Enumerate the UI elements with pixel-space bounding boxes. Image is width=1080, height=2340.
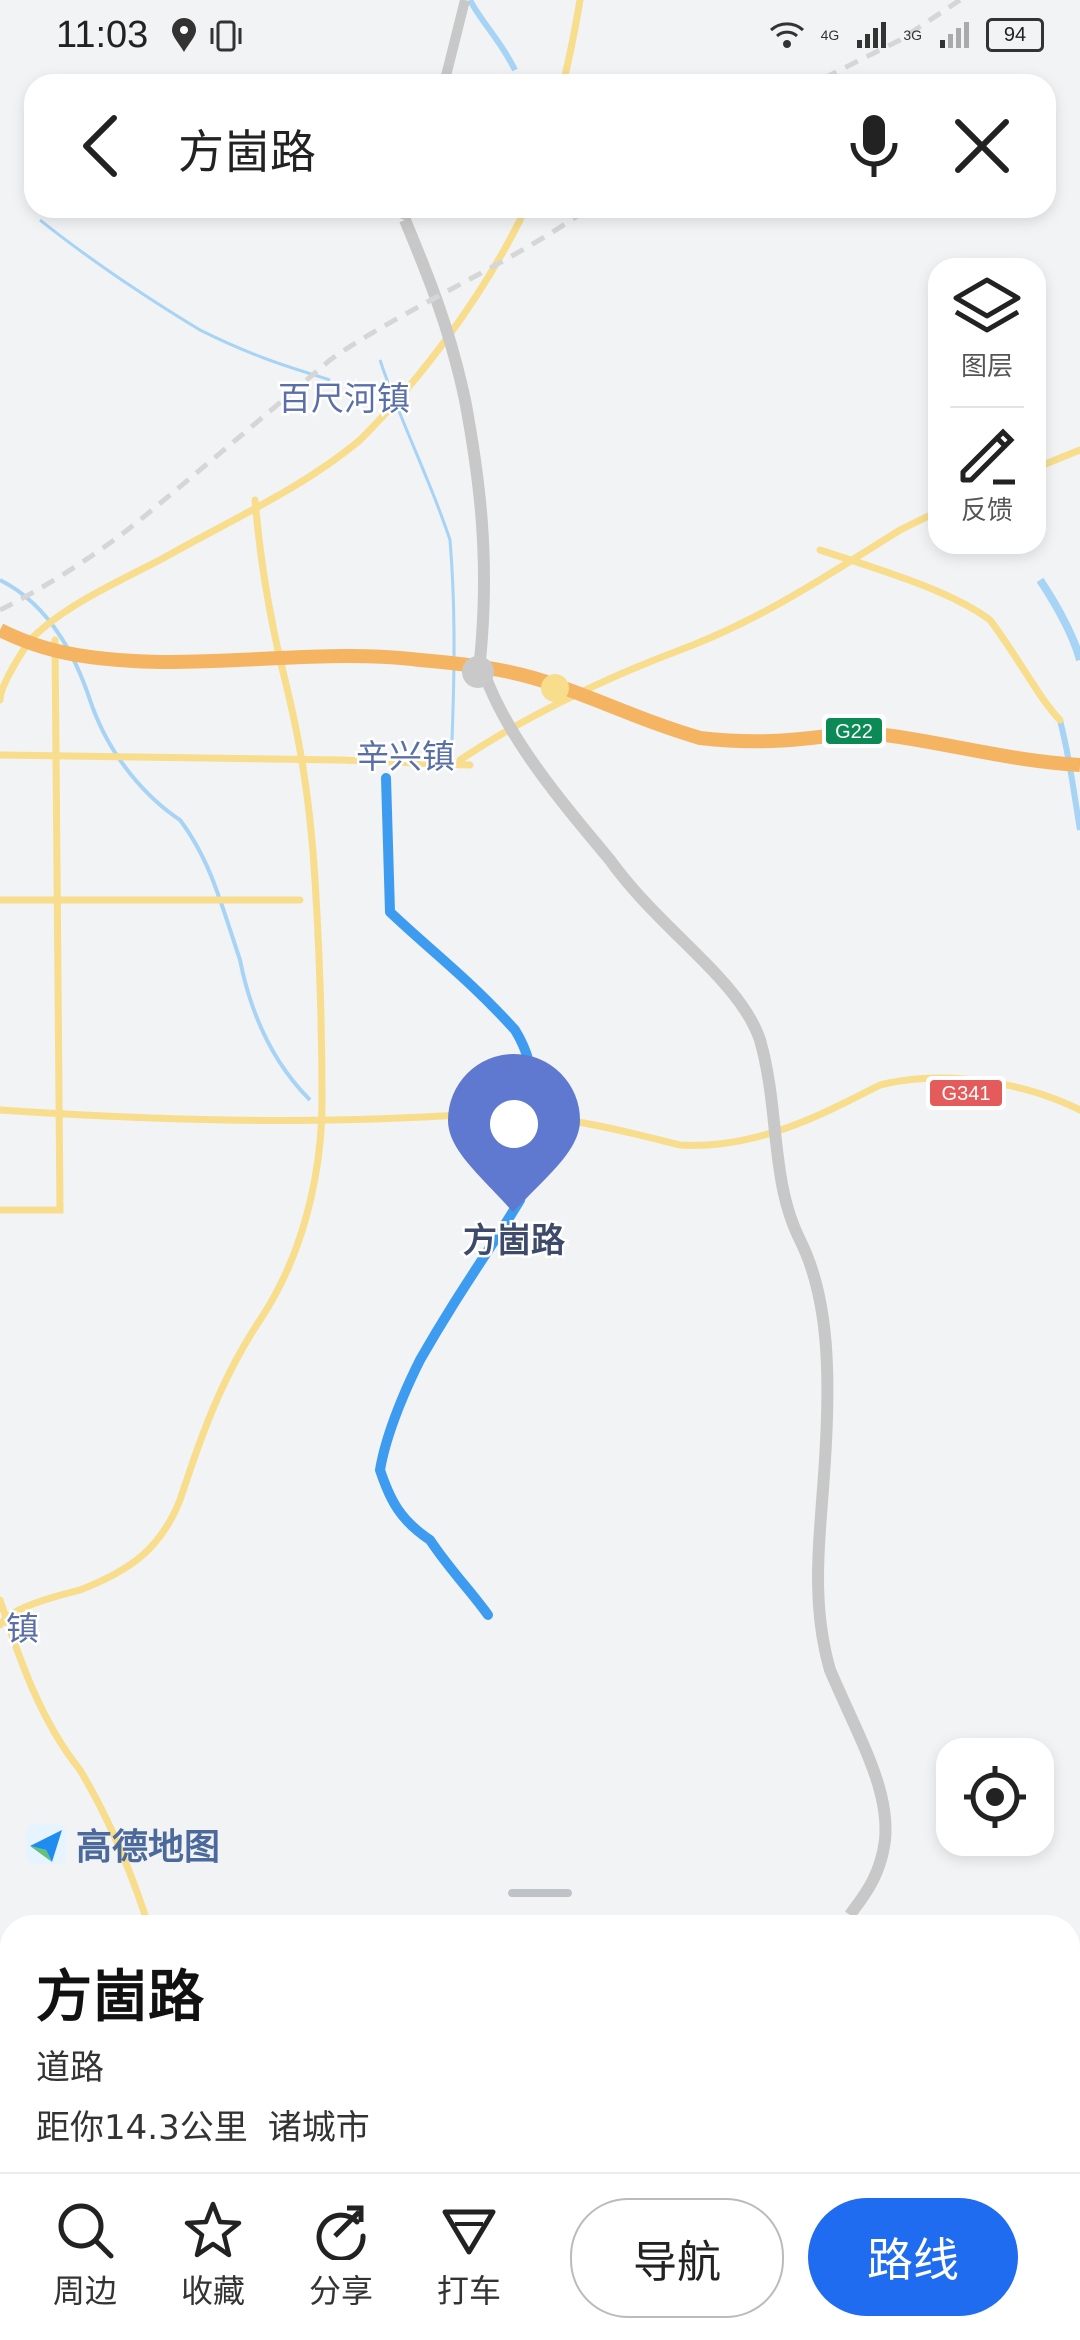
route-button[interactable]: 路线: [808, 2198, 1018, 2316]
pin-label: 方崮路: [463, 1221, 566, 1261]
crosshair-icon: [964, 1766, 1026, 1828]
voice-search-button[interactable]: [838, 110, 910, 182]
share-label: 分享: [308, 2272, 373, 2310]
location-status-icon: [172, 18, 196, 52]
place-info: 距你14.3公里 诸城市: [36, 2100, 370, 2149]
nearby-button[interactable]: 周边: [30, 2200, 140, 2320]
favorite-label: 收藏: [180, 2272, 245, 2310]
taxi-icon: [442, 2209, 496, 2255]
clear-search-button[interactable]: [946, 110, 1018, 182]
place-distance: 距你14.3公里: [36, 2108, 248, 2148]
feedback-label: 反馈: [960, 496, 1013, 526]
share-icon: [316, 2205, 366, 2260]
place-type: 道路: [36, 2048, 104, 2088]
favorite-button[interactable]: 收藏: [158, 2200, 268, 2320]
svg-text:G341: G341: [942, 1083, 991, 1105]
interchange: [541, 674, 569, 702]
status-time: 11:03: [56, 14, 149, 56]
chevron-left-icon: [83, 115, 117, 177]
search-query[interactable]: 方崮路: [178, 116, 316, 182]
network-3g-label: 3G: [903, 27, 922, 43]
navigate-button[interactable]: 导航: [570, 2198, 784, 2318]
map-canvas[interactable]: 百尺河镇 辛兴镇 镇 G22 G341 方崮路: [0, 0, 1080, 1915]
place-city: 诸城市: [267, 2108, 370, 2148]
vibrate-icon: [210, 20, 242, 52]
layers-button[interactable]: 图层: [928, 276, 1046, 424]
layers-label: 图层: [960, 352, 1013, 382]
road-badge-g22: G22: [822, 714, 886, 748]
road-badge-g341: G341: [926, 1076, 1006, 1110]
taxi-label: 打车: [436, 2272, 501, 2310]
microphone-icon: [850, 115, 898, 177]
edit-pencil-icon: [960, 428, 1015, 485]
signal-icon: [857, 22, 887, 48]
town-label: 镇: [6, 1609, 39, 1648]
signal-icon-2: [940, 22, 969, 48]
my-location-button[interactable]: [936, 1738, 1054, 1856]
taxi-button[interactable]: 打车: [414, 2200, 524, 2320]
network-4g-label: 4G: [820, 27, 840, 43]
town-label: 辛兴镇: [356, 737, 455, 776]
status-bar: 11:03 4G 3G 94: [0, 0, 1080, 72]
map-provider-name: 高德地图: [76, 1827, 221, 1868]
share-button[interactable]: 分享: [286, 2200, 396, 2320]
star-icon: [184, 2201, 242, 2258]
layers-icon: [953, 277, 1021, 333]
map-tools-panel: 图层 反馈: [928, 258, 1046, 554]
battery-indicator: 94: [986, 18, 1044, 52]
search-bar[interactable]: 方崮路: [24, 74, 1056, 218]
map-provider-logo: 高德地图: [24, 1818, 220, 1870]
sheet-drag-handle[interactable]: [508, 1889, 572, 1897]
place-title: 方崮路: [36, 1965, 204, 2030]
divider: [950, 406, 1024, 408]
back-button[interactable]: [64, 110, 136, 182]
feedback-button[interactable]: 反馈: [928, 424, 1046, 572]
wifi-icon: [769, 22, 804, 48]
amap-logo-icon: [26, 1824, 66, 1864]
divider: [0, 2172, 1080, 2174]
town-label: 百尺河镇: [278, 379, 410, 418]
search-icon: [58, 2203, 114, 2259]
nearby-label: 周边: [52, 2272, 117, 2310]
close-icon: [955, 119, 1009, 173]
interchange: [462, 656, 494, 688]
svg-text:G22: G22: [835, 721, 873, 743]
